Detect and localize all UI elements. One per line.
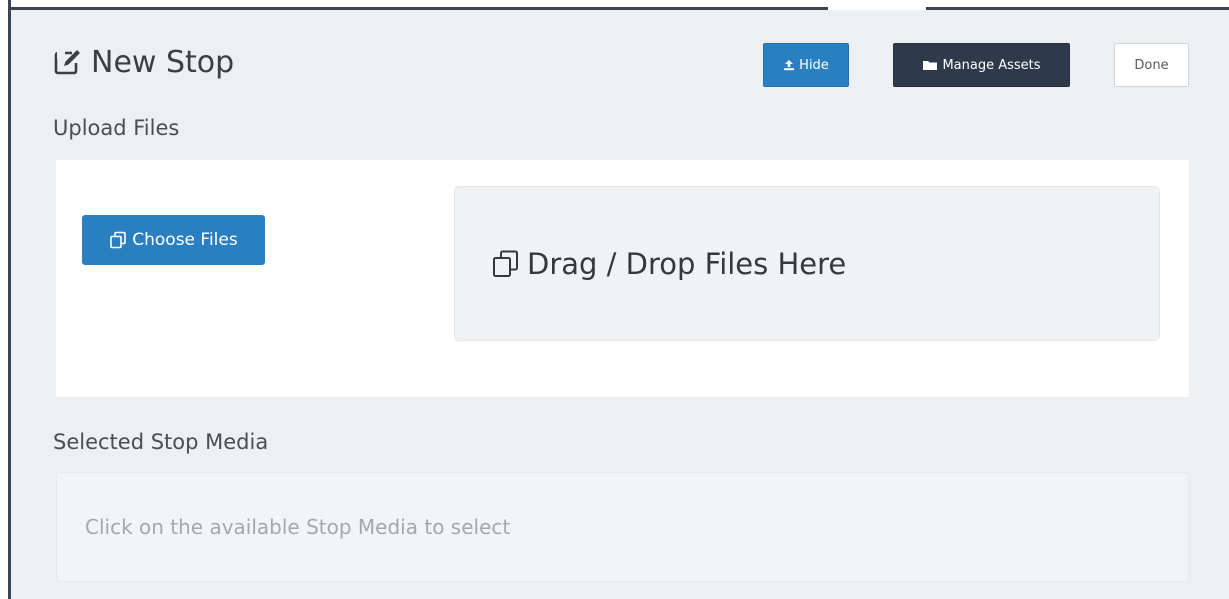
done-button[interactable]: Done xyxy=(1114,43,1189,87)
files-icon xyxy=(491,249,521,279)
hide-button[interactable]: Hide xyxy=(763,43,849,87)
page-title: New Stop xyxy=(53,42,234,82)
drop-zone-label: Drag / Drop Files Here xyxy=(527,246,847,281)
upload-icon xyxy=(783,59,795,71)
window-frame-top xyxy=(11,0,828,10)
selected-stop-media-heading: Selected Stop Media xyxy=(53,430,269,454)
upload-files-heading: Upload Files xyxy=(53,116,180,140)
manage-assets-button[interactable]: Manage Assets xyxy=(893,43,1070,87)
window-frame-top-gap xyxy=(828,0,926,10)
window-frame-top-right xyxy=(926,0,1229,10)
edit-icon xyxy=(53,47,83,77)
window-frame-left xyxy=(0,0,11,599)
page-title-text: New Stop xyxy=(91,44,235,80)
upload-files-box: Choose Files Drag / Drop Files Here xyxy=(56,160,1189,397)
new-stop-panel: New Stop Hide Manage Assets Done Upload … xyxy=(11,10,1229,599)
folder-icon xyxy=(922,59,938,71)
choose-files-label: Choose Files xyxy=(132,230,238,250)
choose-files-button[interactable]: Choose Files xyxy=(82,215,265,265)
done-button-label: Done xyxy=(1134,57,1169,73)
manage-assets-button-label: Manage Assets xyxy=(942,57,1041,73)
selected-media-placeholder: Click on the available Stop Media to sel… xyxy=(85,515,511,539)
drop-zone[interactable]: Drag / Drop Files Here xyxy=(454,186,1160,341)
files-icon xyxy=(109,231,127,249)
hide-button-label: Hide xyxy=(799,57,829,73)
selected-media-box: Click on the available Stop Media to sel… xyxy=(56,472,1189,582)
